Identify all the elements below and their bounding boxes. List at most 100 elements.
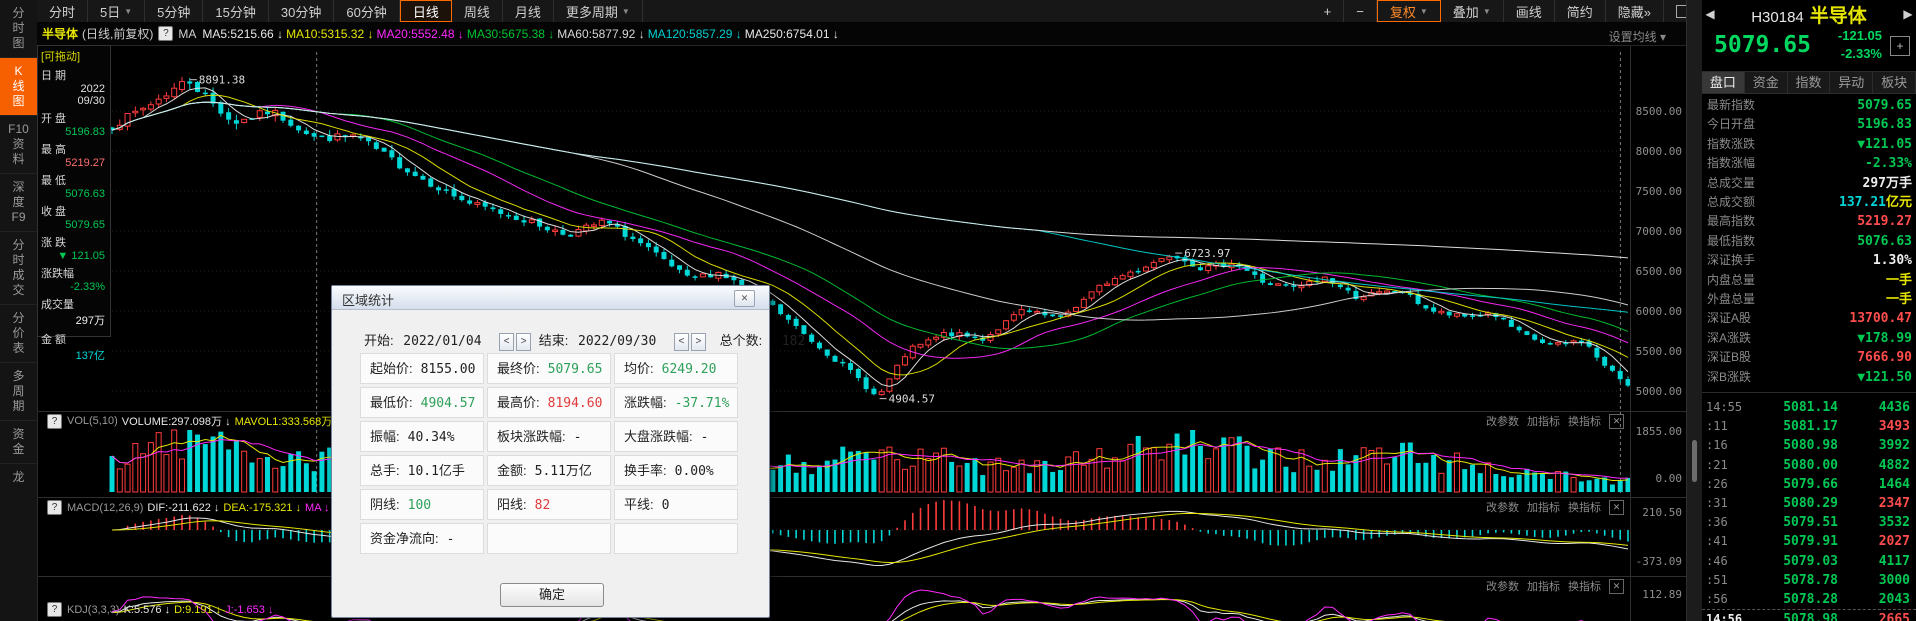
- end-date-next-button[interactable]: >: [690, 332, 706, 351]
- tick-price: 5079.51: [1783, 515, 1838, 531]
- period-button[interactable]: 5日 ▼: [88, 0, 146, 22]
- tick-row: :36 5079.51 3532: [1702, 513, 1916, 532]
- tick-volume: 4436: [1878, 400, 1910, 415]
- down-arrow-icon: ↓: [215, 603, 222, 616]
- sidebar-item-label: 周: [12, 384, 25, 398]
- sidebar-item[interactable]: 分时图: [0, 0, 37, 57]
- region-statistics-dialog[interactable]: 区域统计 ✕ 开始: 2022/01/04 < > 结束: 2022/09/30 …: [331, 285, 805, 618]
- sidebar-item[interactable]: 龙: [0, 463, 37, 491]
- sidebar-item[interactable]: K线图: [0, 57, 37, 115]
- info-label: 收 盘: [41, 206, 67, 218]
- ok-button[interactable]: 确定: [500, 583, 604, 607]
- close-pane-icon[interactable]: ✕: [1609, 499, 1624, 515]
- tool-button[interactable]: 叠加 ▼: [1441, 0, 1504, 22]
- stat-cell: 振幅: 40.34%: [360, 421, 484, 452]
- sidebar-item-label: 线: [12, 79, 25, 93]
- help-icon[interactable]: ?: [47, 413, 62, 429]
- dialog-close-icon[interactable]: ✕: [734, 290, 755, 307]
- indicator-value: DIF:-211.622 ↓: [147, 501, 220, 514]
- tab-盘口[interactable]: 盘口: [1702, 72, 1745, 93]
- divider-handle[interactable]: [1692, 440, 1697, 482]
- pane-link[interactable]: 加指标: [1527, 499, 1560, 515]
- tool-button[interactable]: 画线: [1504, 0, 1555, 22]
- tab-资金[interactable]: 资金: [1745, 72, 1788, 93]
- market-field-row: 深A涨跌 ▼178.99: [1702, 329, 1916, 348]
- close-pane-icon[interactable]: ✕: [1609, 578, 1624, 594]
- tab-异动[interactable]: 异动: [1830, 72, 1874, 93]
- dialog-titlebar[interactable]: 区域统计 ✕: [332, 286, 769, 310]
- stat-cell: 最低价: 4904.57: [360, 387, 484, 418]
- help-icon[interactable]: ?: [47, 500, 62, 515]
- period-button[interactable]: 周线: [452, 0, 503, 22]
- market-field-row: 内盘总量 一手: [1702, 271, 1916, 290]
- pane-link[interactable]: 加指标: [1527, 413, 1560, 429]
- chevron-down-icon: ▼: [124, 6, 133, 16]
- stat-value: -: [446, 532, 455, 547]
- pane-link[interactable]: 改参数: [1486, 578, 1519, 594]
- help-icon[interactable]: ?: [47, 602, 62, 617]
- indicator-name: VOL(5,10): [67, 415, 118, 427]
- stat-label: 最低价:: [370, 395, 413, 410]
- period-button[interactable]: 月线: [503, 0, 554, 22]
- field-value: ▼121.05: [1857, 136, 1912, 152]
- ohlc-info-panel[interactable]: [可拖动] 日 期 2022 09/30 开 盘 5196.83 最 高 5219.27 最 …: [37, 45, 111, 362]
- period-button[interactable]: 60分钟: [334, 0, 400, 22]
- market-field-row: 总成交量 297万手: [1702, 174, 1916, 193]
- tool-button[interactable]: 复权 ▼: [1376, 0, 1441, 22]
- pane-link[interactable]: 加指标: [1527, 578, 1560, 594]
- period-button[interactable]: 30分钟: [269, 0, 335, 22]
- indicator-name: KDJ(3,3,3): [67, 603, 120, 616]
- stat-cell: 阳线: 82: [487, 489, 611, 520]
- period-button[interactable]: 分时: [37, 0, 89, 22]
- tool-button[interactable]: 隐藏»: [1606, 0, 1664, 22]
- prev-symbol-button[interactable]: ◀: [1702, 7, 1718, 21]
- sidebar-item-label: 分: [12, 6, 25, 20]
- pane-link[interactable]: 换指标: [1568, 413, 1601, 429]
- down-arrow-icon: ↓: [548, 26, 555, 41]
- pane-link[interactable]: 换指标: [1568, 578, 1601, 594]
- period-button[interactable]: 5分钟: [145, 0, 204, 22]
- tab-板块[interactable]: 板块: [1873, 72, 1916, 93]
- end-date-prev-button[interactable]: <: [673, 332, 689, 351]
- info-value: 5219.27: [65, 157, 105, 169]
- ma-settings-button[interactable]: 设置均线 ▾: [1609, 28, 1666, 45]
- start-date-prev-button[interactable]: <: [499, 332, 515, 351]
- tool-button[interactable]: 简约: [1555, 0, 1606, 22]
- tick-time: :11: [1706, 419, 1728, 434]
- close-pane-icon[interactable]: ✕: [1609, 413, 1624, 429]
- sidebar-item[interactable]: 分价表: [0, 304, 37, 362]
- chart-tools: + − 复权 ▼ 叠加 ▼ 画线 简约 隐藏»: [1312, 0, 1702, 22]
- add-to-watchlist-button[interactable]: +: [1890, 36, 1910, 56]
- tab-指数[interactable]: 指数: [1788, 72, 1831, 93]
- kline-chart-canvas[interactable]: 8891.38 6723.97 4904.57: [0, 0, 1916, 621]
- pane-link[interactable]: 改参数: [1486, 499, 1519, 515]
- sidebar-item[interactable]: 多周期: [0, 362, 37, 420]
- sidebar-item[interactable]: F10 资料: [0, 115, 37, 173]
- tick-row: :11 5081.17 3493: [1702, 417, 1916, 436]
- stat-cell: 总手: 10.1亿手: [360, 455, 484, 486]
- help-icon[interactable]: ?: [158, 26, 174, 41]
- field-value: 5076.63: [1857, 233, 1912, 249]
- pane-link[interactable]: 改参数: [1486, 413, 1519, 429]
- sidebar-item-label: 料: [12, 152, 25, 166]
- tick-time: :26: [1706, 476, 1728, 491]
- tool-button[interactable]: +: [1312, 0, 1345, 22]
- period-button[interactable]: 日线: [399, 0, 452, 22]
- tool-button[interactable]: −: [1344, 0, 1377, 22]
- tick-price: 5081.17: [1783, 419, 1838, 435]
- sidebar-item[interactable]: 分时成交: [0, 231, 37, 304]
- period-button[interactable]: 更多周期 ▼: [554, 0, 643, 22]
- period-button[interactable]: 15分钟: [203, 0, 269, 22]
- tick-row: 14:55 5081.14 4436: [1702, 398, 1916, 417]
- sidebar-item[interactable]: 深度 F9: [0, 173, 37, 231]
- sidebar-item-label: 价: [12, 326, 25, 340]
- start-date-value: 2022/01/04: [403, 334, 482, 349]
- pane-link[interactable]: 换指标: [1568, 499, 1601, 515]
- tick-time: :56: [1706, 592, 1728, 606]
- sidebar-item[interactable]: 资金: [0, 420, 37, 463]
- start-date-next-button[interactable]: >: [516, 332, 532, 351]
- price-axis-label: 7000.00: [1635, 225, 1682, 238]
- stat-cell: 阴线: 100: [360, 489, 484, 520]
- next-symbol-button[interactable]: ▶: [1900, 7, 1916, 21]
- tick-row: :41 5079.91 2027: [1702, 532, 1916, 551]
